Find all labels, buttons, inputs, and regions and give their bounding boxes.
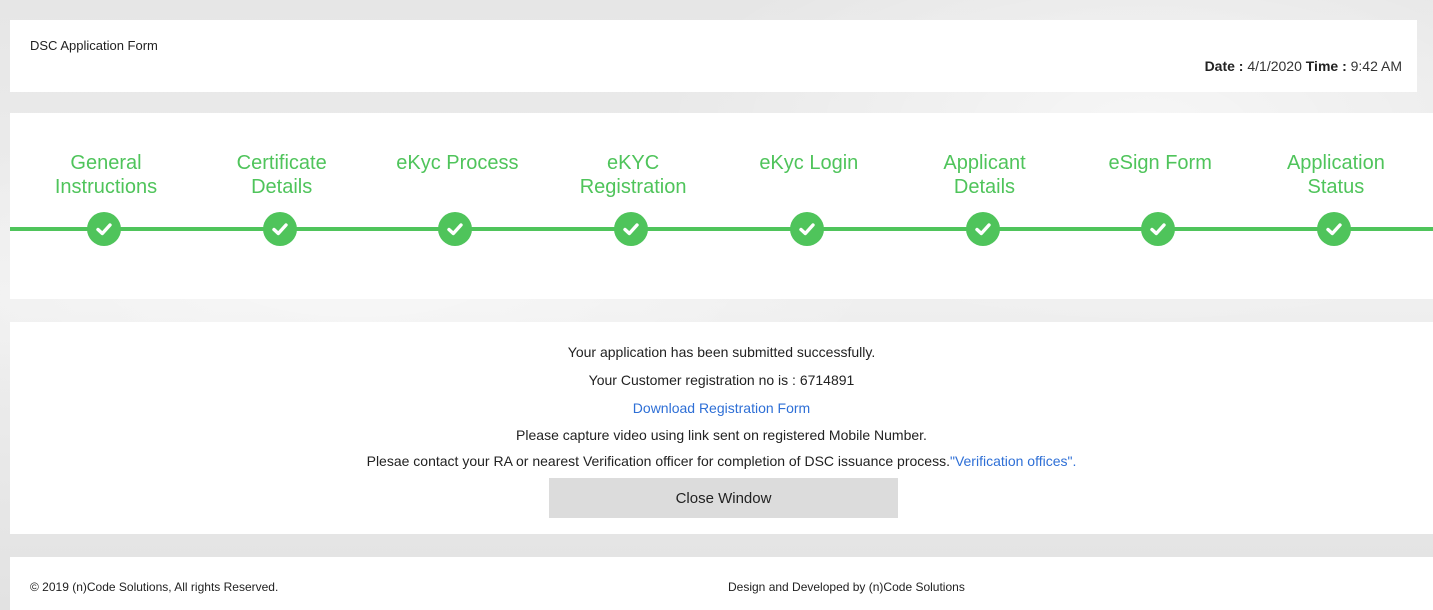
download-registration-form-link[interactable]: Download Registration Form xyxy=(633,400,810,416)
date-value: 4/1/2020 xyxy=(1247,58,1302,74)
step-label-line: Applicant xyxy=(943,152,1026,174)
check-circle-icon xyxy=(262,212,297,246)
check-circle-icon xyxy=(1141,212,1176,246)
check-circle-icon xyxy=(1316,212,1351,246)
check-circle-icon xyxy=(438,212,473,246)
registration-number-line: Your Customer registration no is : 67148… xyxy=(10,372,1433,388)
step-label: Applicant Details xyxy=(905,151,1065,199)
check-circle-icon xyxy=(965,212,1000,246)
footer-panel: © 2019 (n)Code Solutions, All rights Res… xyxy=(10,557,1433,610)
step-label-line: Details xyxy=(251,176,313,198)
contact-instruction-line: Plesae contact your RA or nearest Verifi… xyxy=(10,453,1433,469)
time-value: 9:42 AM xyxy=(1350,58,1402,74)
verification-offices-link[interactable]: "Verification offices" xyxy=(950,453,1073,469)
copyright-text: © 2019 (n)Code Solutions, All rights Res… xyxy=(30,580,279,594)
step-label: eKyc Login xyxy=(729,151,889,175)
step-label: eKYC Registration xyxy=(553,151,713,199)
step-label: eKyc Process xyxy=(377,151,537,175)
step-label-line: eKyc Login xyxy=(759,152,859,174)
registration-number-label: Your Customer registration no is : xyxy=(588,372,796,388)
step-label-line: Certificate xyxy=(236,152,327,174)
credits-text: Design and Developed by (n)Code Solution… xyxy=(728,580,965,594)
check-circle-icon xyxy=(87,212,121,246)
step-label-line: Registration xyxy=(579,176,687,198)
step-label: General Instructions xyxy=(26,151,186,199)
progress-track xyxy=(10,227,1433,231)
check-circle-icon xyxy=(789,212,824,246)
page-title: DSC Application Form xyxy=(30,38,158,53)
progress-steps-panel: General Instructions Certificate Details eKy… xyxy=(10,113,1433,299)
header-panel: DSC Application Form Date : 4/1/2020 Tim… xyxy=(10,20,1417,92)
step-label: Application Status xyxy=(1256,151,1416,199)
close-window-button[interactable]: Close Window xyxy=(549,478,898,518)
registration-number-value: 6714891 xyxy=(799,372,855,388)
step-label-line: eSign Form xyxy=(1108,152,1212,174)
step-label-line: eKyc Process xyxy=(396,152,519,174)
step-label-line: Application xyxy=(1286,152,1385,174)
video-capture-instruction: Please capture video using link sent on … xyxy=(516,427,927,443)
step-label: Certificate Details xyxy=(202,151,362,199)
date-time-display: Date : 4/1/2020 Time : 9:42 AM xyxy=(1205,58,1402,74)
contact-instruction-suffix: . xyxy=(1072,453,1077,469)
step-label-line: Details xyxy=(953,176,1016,198)
step-label-line: Status xyxy=(1307,176,1365,198)
step-label-line: eKYC xyxy=(606,152,660,174)
date-label: Date : xyxy=(1204,58,1244,74)
step-label-line: Instructions xyxy=(54,176,158,198)
time-label: Time : xyxy=(1305,58,1347,74)
check-circle-icon xyxy=(614,212,649,246)
success-message: Your application has been submitted succ… xyxy=(567,344,876,360)
download-link-line: Download Registration Form xyxy=(10,400,1433,416)
step-label-line: General xyxy=(70,152,142,174)
contact-instruction-text: Plesae contact your RA or nearest Verifi… xyxy=(366,453,950,469)
submission-message-panel: Your application has been submitted succ… xyxy=(10,322,1433,534)
step-label: eSign Form xyxy=(1080,151,1240,175)
